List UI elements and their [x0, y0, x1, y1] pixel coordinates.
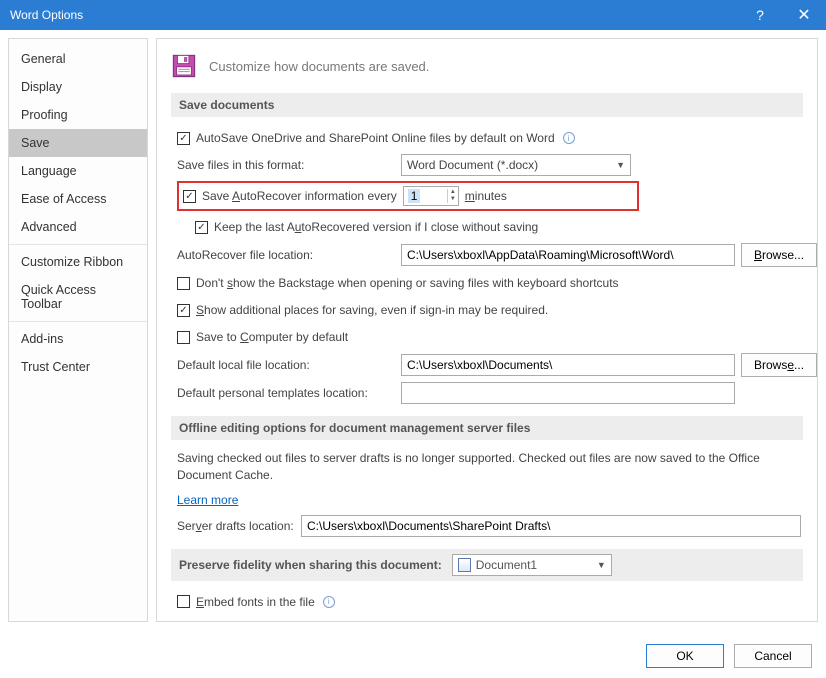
sidebar-item-customize-ribbon[interactable]: Customize Ribbon: [9, 248, 147, 276]
sidebar-item-display[interactable]: Display: [9, 73, 147, 101]
sidebar-item-general[interactable]: General: [9, 45, 147, 73]
save-format-label: Save files in this format:: [177, 158, 395, 172]
default-templates-input[interactable]: [401, 382, 735, 404]
ar-location-input[interactable]: [401, 244, 735, 266]
dialog-footer: OK Cancel: [646, 644, 812, 668]
show-additional-checkbox[interactable]: ✓: [177, 304, 190, 317]
autorecover-label: Save AutoRecover information every: [202, 189, 397, 203]
word-document-icon: [458, 558, 471, 572]
show-additional-label: Show additional places for saving, even …: [196, 303, 548, 317]
sidebar-item-save[interactable]: Save: [9, 129, 147, 157]
autorecover-highlight: ✓ Save AutoRecover information every 1 ▲…: [177, 181, 639, 211]
learn-more-link[interactable]: Learn more: [177, 493, 238, 507]
dont-show-backstage-checkbox[interactable]: ✓: [177, 277, 190, 290]
window-title: Word Options: [10, 8, 83, 22]
titlebar-controls: ? ✕: [738, 0, 826, 30]
main-panel: Customize how documents are saved. Save …: [156, 38, 818, 622]
close-button[interactable]: ✕: [782, 0, 826, 30]
autorecover-value: 1: [408, 189, 421, 203]
server-drafts-input[interactable]: [301, 515, 801, 537]
sidebar-divider: [9, 321, 147, 322]
save-floppy-icon: [171, 53, 197, 79]
default-local-input[interactable]: [401, 354, 735, 376]
embed-fonts-checkbox[interactable]: ✓: [177, 595, 190, 608]
sidebar-item-advanced[interactable]: Advanced: [9, 213, 147, 241]
save-to-pc-checkbox[interactable]: ✓: [177, 331, 190, 344]
page-header: Customize how documents are saved.: [209, 59, 429, 74]
preserve-label: Preserve fidelity when sharing this docu…: [179, 558, 442, 572]
sidebar: General Display Proofing Save Language E…: [8, 38, 148, 622]
save-to-pc-label: Save to Computer by default: [196, 330, 348, 344]
autosave-checkbox[interactable]: ✓: [177, 132, 190, 145]
info-icon[interactable]: i: [323, 596, 335, 608]
default-local-browse-button[interactable]: Browse...: [741, 353, 817, 377]
titlebar: Word Options ? ✕: [0, 0, 826, 30]
ar-browse-button[interactable]: Browse...: [741, 243, 817, 267]
cancel-button[interactable]: Cancel: [734, 644, 812, 668]
keep-last-label: Keep the last AutoRecovered version if I…: [214, 220, 538, 234]
embed-fonts-label: Embed fonts in the file: [196, 595, 315, 609]
default-local-label: Default local file location:: [177, 358, 395, 372]
section-save-documents: Save documents: [171, 93, 803, 117]
help-button[interactable]: ?: [738, 0, 782, 30]
preserve-doc-combo[interactable]: Document1 ▼: [452, 554, 612, 576]
ok-button[interactable]: OK: [646, 644, 724, 668]
sidebar-item-ease-of-access[interactable]: Ease of Access: [9, 185, 147, 213]
save-format-combo[interactable]: Word Document (*.docx) ▼: [401, 154, 631, 176]
sidebar-item-proofing[interactable]: Proofing: [9, 101, 147, 129]
chevron-down-icon: ▼: [616, 160, 625, 170]
sidebar-item-addins[interactable]: Add-ins: [9, 325, 147, 353]
sidebar-item-qat[interactable]: Quick Access Toolbar: [9, 276, 147, 318]
offline-message: Saving checked out files to server draft…: [177, 450, 797, 485]
info-icon[interactable]: i: [563, 132, 575, 144]
chevron-down-icon: ▼: [597, 560, 606, 570]
keep-last-checkbox[interactable]: ✓: [195, 221, 208, 234]
spinner-buttons[interactable]: ▲▼: [447, 189, 458, 203]
section-preserve: Preserve fidelity when sharing this docu…: [171, 549, 803, 581]
autorecover-minutes-spinner[interactable]: 1 ▲▼: [403, 186, 459, 206]
dont-show-backstage-label: Don't show the Backstage when opening or…: [196, 276, 619, 290]
autosave-label: AutoSave OneDrive and SharePoint Online …: [196, 131, 555, 145]
ar-location-label: AutoRecover file location:: [177, 248, 395, 262]
sidebar-divider: [9, 244, 147, 245]
save-format-value: Word Document (*.docx): [407, 158, 538, 172]
autorecover-checkbox[interactable]: ✓: [183, 190, 196, 203]
minutes-label: minutes: [465, 189, 507, 203]
preserve-doc-value: Document1: [476, 558, 537, 572]
section-offline: Offline editing options for document man…: [171, 416, 803, 440]
server-drafts-label: Server drafts location:: [177, 519, 295, 533]
sidebar-item-language[interactable]: Language: [9, 157, 147, 185]
default-templates-label: Default personal templates location:: [177, 386, 395, 400]
sidebar-item-trust-center[interactable]: Trust Center: [9, 353, 147, 381]
